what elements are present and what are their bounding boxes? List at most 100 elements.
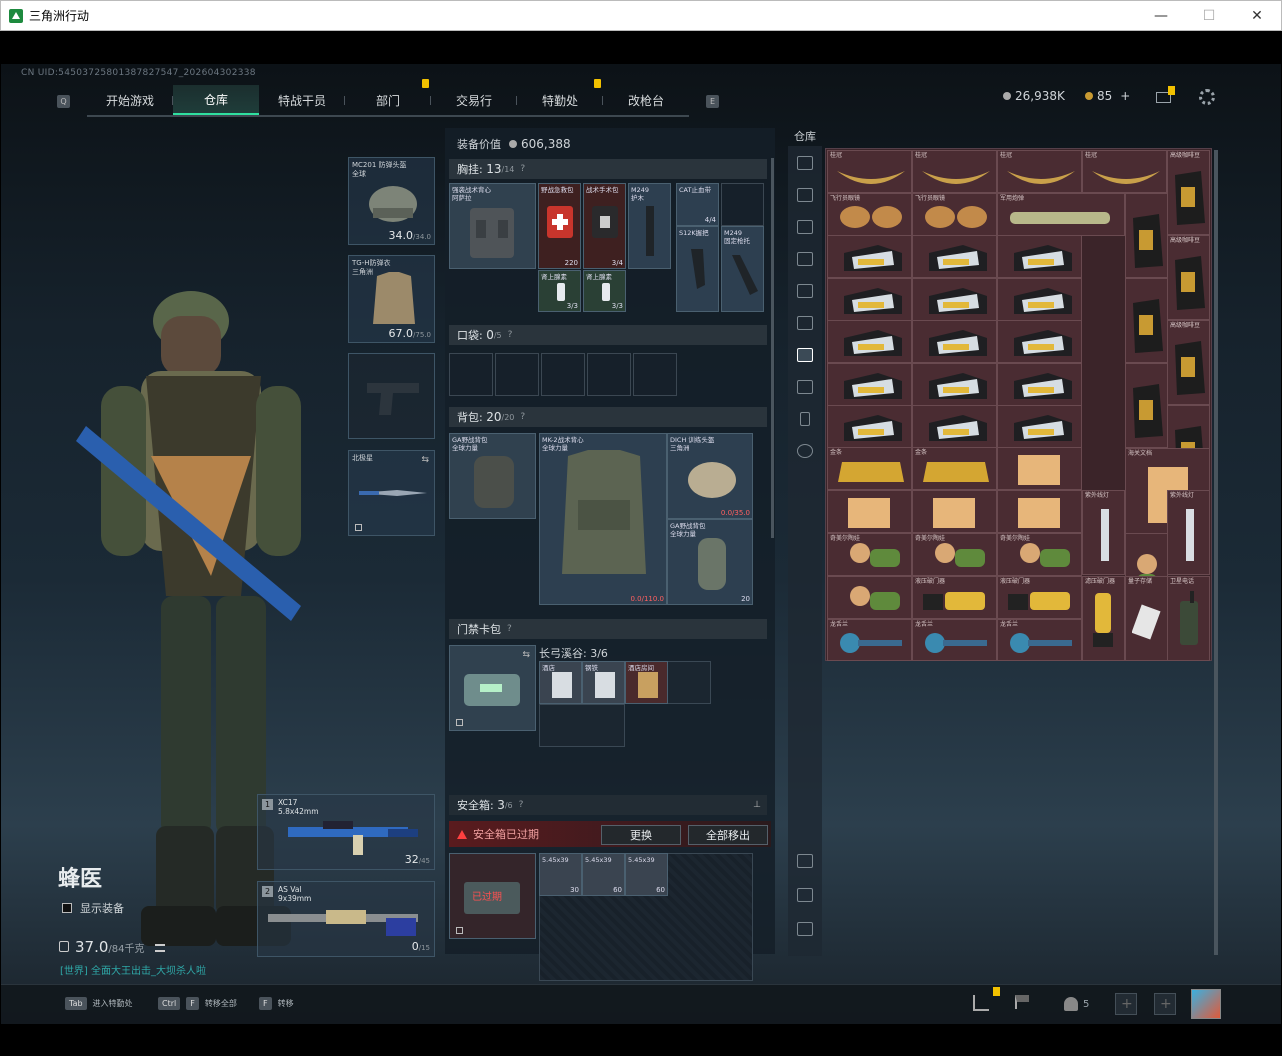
stash-item[interactable]: 高级咖啡豆	[1167, 320, 1210, 405]
nav-prev-key[interactable]: Q	[57, 94, 70, 108]
stash-item[interactable]: 桂冠	[997, 150, 1082, 193]
flag-icon[interactable]	[1015, 995, 1029, 1009]
stash-item[interactable]: 量子存储	[1125, 576, 1168, 661]
stash-item[interactable]	[997, 490, 1082, 533]
primary-weapon-slot[interactable]: 1 XC17 5.8x42mm 32/45	[257, 794, 435, 870]
stash-item[interactable]	[1125, 363, 1168, 448]
stash-item[interactable]: 飞行员眼镜	[827, 193, 912, 236]
stash-item[interactable]: 液压破门器	[912, 576, 997, 619]
gear-icon[interactable]	[1199, 89, 1215, 105]
hint-transfer-all[interactable]: Ctrl F 转移全部	[158, 997, 237, 1010]
category-collectibles-icon[interactable]	[797, 348, 813, 362]
stash-item[interactable]	[912, 363, 997, 406]
tab-department[interactable]: 部门	[345, 79, 431, 115]
help-icon[interactable]: ?	[520, 412, 525, 422]
stash-item[interactable]: 金条	[912, 447, 997, 490]
minimize-button[interactable]: —	[1137, 1, 1185, 31]
pocket-slot[interactable]	[587, 353, 631, 396]
chest-item-tourniquet[interactable]: CAT止血带 4/4	[676, 183, 719, 226]
stash-item[interactable]: 桂冠	[827, 150, 912, 193]
tab-special-ops[interactable]: 特勤处	[517, 79, 603, 115]
maximize-button[interactable]: ☐	[1185, 1, 1233, 31]
stash-item[interactable]: 龙舌兰	[912, 619, 997, 661]
pocket-slot[interactable]	[449, 353, 493, 396]
pistol-slot-empty[interactable]	[348, 353, 435, 439]
move-all-button[interactable]: 全部移出	[688, 825, 768, 845]
squad-icon[interactable]	[1064, 997, 1078, 1011]
list-icon[interactable]	[154, 944, 165, 952]
stash-item[interactable]	[827, 576, 912, 619]
stash-item[interactable]: 液压破门器	[997, 576, 1082, 619]
warehouse-scrollbar[interactable]	[1214, 150, 1218, 955]
stash-item[interactable]	[1125, 278, 1168, 363]
chest-item-grip[interactable]: S12K握把	[676, 226, 719, 312]
stash-item[interactable]	[997, 447, 1082, 490]
tab-start-game[interactable]: 开始游戏	[87, 85, 173, 115]
help-icon[interactable]: ?	[508, 330, 513, 340]
stash-item[interactable]: 桂冠	[912, 150, 997, 193]
stash-item[interactable]	[827, 235, 912, 278]
add-currency-button[interactable]: +	[1120, 89, 1130, 103]
stash-item[interactable]: 桂冠	[1082, 150, 1167, 193]
stash-item[interactable]: 金条	[827, 447, 912, 490]
gear-icon[interactable]	[797, 444, 813, 458]
stash-item[interactable]	[997, 278, 1082, 321]
stash-item[interactable]: 奇美尔陶娃	[827, 533, 912, 576]
stash-item[interactable]	[912, 405, 997, 448]
stash-item[interactable]	[827, 405, 912, 448]
armor-slot[interactable]: TG-H防弹衣 三角洲 67.0/75.0	[348, 255, 435, 343]
stash-item[interactable]	[997, 235, 1082, 278]
tab-operators[interactable]: 特战干员	[259, 85, 345, 115]
ammo-item[interactable]: 5.45x39 30	[539, 853, 582, 896]
chest-rig-item[interactable]: 强袭战术背心 阿萨拉	[449, 183, 536, 269]
stash-item[interactable]	[997, 363, 1082, 406]
ammo-item[interactable]: 5.45x39 60	[582, 853, 625, 896]
stash-item[interactable]: 紫外线灯	[1082, 490, 1125, 575]
chest-item-surgery-kit[interactable]: 战术手术包 3/4	[583, 183, 626, 269]
pocket-slot[interactable]	[541, 353, 585, 396]
safebox-item[interactable]: 已过期	[449, 853, 536, 939]
stash-item[interactable]: 龙舌兰	[827, 619, 912, 661]
stash-item[interactable]	[827, 320, 912, 363]
scrollbar[interactable]	[771, 158, 774, 538]
stash-item[interactable]	[912, 320, 997, 363]
chest-item-adrenaline[interactable]: 肾上腺素 3/3	[538, 270, 581, 312]
stash-item[interactable]: 高级咖啡豆	[1167, 235, 1210, 320]
stash-item[interactable]: 奇美尔陶娃	[912, 533, 997, 576]
category-helmet-icon[interactable]	[797, 252, 813, 266]
stash-item[interactable]: 飞行员眼镜	[912, 193, 997, 236]
close-button[interactable]: ✕	[1233, 1, 1281, 31]
melee-slot[interactable]: 北极星 ⇆	[348, 450, 435, 536]
keycard-case-item[interactable]: ⇆	[449, 645, 536, 731]
swap-icon[interactable]: ⇆	[522, 650, 530, 660]
help-icon[interactable]: ?	[519, 800, 524, 810]
stash-item[interactable]	[827, 363, 912, 406]
swap-icon[interactable]: ⇆	[421, 455, 429, 465]
pocket-slot[interactable]	[495, 353, 539, 396]
category-rig-icon[interactable]	[797, 316, 813, 330]
chest-item-first-aid[interactable]: 野战急救包 220	[538, 183, 581, 269]
tab-warehouse[interactable]: 仓库	[173, 85, 259, 115]
pocket-slot[interactable]	[633, 353, 677, 396]
help-icon[interactable]: ?	[520, 164, 525, 174]
lock-icon[interactable]	[800, 412, 810, 426]
stats-icon[interactable]	[973, 995, 989, 1011]
hint-transfer[interactable]: F 转移	[259, 997, 294, 1010]
world-chat-message[interactable]: [世界] 全面大王出击_大坝杀人啦	[60, 962, 206, 977]
tab-gunsmith[interactable]: 改枪台	[603, 85, 689, 115]
secondary-weapon-slot[interactable]: 2 AS Val 9x39mm 0/15	[257, 881, 435, 957]
stash-item[interactable]	[827, 490, 912, 533]
help-icon[interactable]: ?	[507, 624, 512, 634]
tab-trading[interactable]: 交易行	[431, 85, 517, 115]
stash-item[interactable]	[1125, 193, 1168, 278]
stash-item[interactable]	[827, 278, 912, 321]
pin-icon[interactable]: ⊥	[753, 800, 761, 810]
keycard-item[interactable]: 钢铁	[582, 661, 625, 704]
category-key-icon[interactable]	[797, 380, 813, 394]
add-teammate-button[interactable]: +	[1154, 993, 1176, 1015]
stash-item[interactable]: 军用炮弹	[997, 193, 1125, 236]
backpack-item-helmet[interactable]: DICH 训练头盔 三角洲 0.0/35.0	[667, 433, 753, 519]
nav-next-key[interactable]: E	[706, 94, 719, 108]
stash-item[interactable]: 高级咖啡豆	[1167, 150, 1210, 235]
layers-icon[interactable]	[797, 888, 813, 902]
